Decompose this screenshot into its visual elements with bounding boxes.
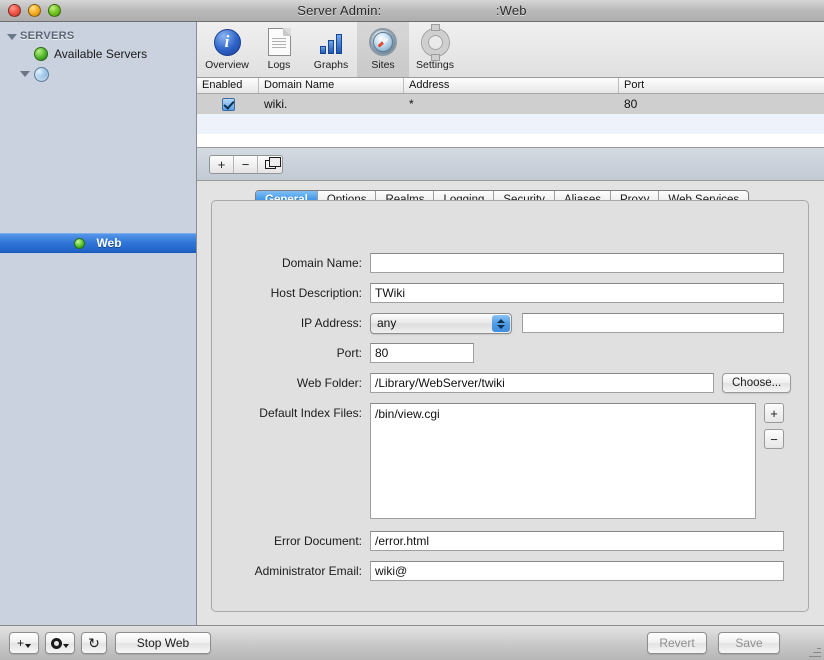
field-web-folder: Web Folder: /Library/WebServer/twiki Cho…: [212, 373, 792, 393]
remove-site-button[interactable]: −: [234, 155, 258, 173]
sites-toolbar: + −: [197, 148, 824, 181]
column-header-port[interactable]: Port: [619, 78, 824, 93]
gear-icon: [51, 637, 62, 649]
action-menu-button[interactable]: [45, 632, 75, 654]
field-label: Host Description:: [270, 286, 362, 300]
add-site-button[interactable]: +: [210, 155, 234, 173]
chevron-up-down-icon[interactable]: [492, 315, 510, 332]
table-header-row: Enabled Domain Name Address Port: [197, 78, 824, 94]
add-service-label: +: [16, 636, 24, 650]
toolbar-item-overview[interactable]: i Overview: [201, 22, 253, 77]
chevron-down-icon: [25, 643, 31, 648]
web-folder-input[interactable]: /Library/WebServer/twiki: [370, 373, 714, 393]
site-detail-pane: General Options Realms Logging Security …: [197, 181, 824, 625]
field-port: Port: 80: [212, 343, 474, 363]
row-port: 80: [624, 97, 638, 111]
index-files-buttons: + −: [764, 403, 784, 449]
field-label: Domain Name:: [281, 256, 362, 270]
server-admin-window: Server Admin: :Web SERVERS Available Ser…: [0, 0, 824, 660]
row-address: *: [409, 97, 414, 111]
disclosure-triangle-icon[interactable]: [7, 34, 17, 40]
sidebar-item-available-servers[interactable]: Available Servers: [0, 44, 196, 64]
save-button[interactable]: Save: [718, 632, 780, 654]
sites-segmented-control[interactable]: + −: [209, 154, 283, 174]
refresh-button[interactable]: ↻: [81, 632, 107, 654]
sidebar-item-web[interactable]: Web: [0, 233, 196, 253]
sidebar-item-label: Web: [96, 236, 122, 250]
disclosure-triangle-icon[interactable]: [20, 71, 30, 77]
field-label: IP Address:: [300, 316, 362, 330]
field-administrator-email: Administrator Email: wiki@: [212, 561, 784, 581]
main-toolbar: i Overview Logs Graphs Sites Settings: [197, 22, 824, 78]
field-error-document: Error Document: /error.html: [212, 531, 784, 551]
host-description-input[interactable]: TWiki: [370, 283, 784, 303]
revert-button[interactable]: Revert: [647, 632, 707, 654]
compass-icon: [369, 26, 397, 58]
duplicate-site-button[interactable]: [258, 156, 282, 173]
row-domain-name: wiki.: [264, 97, 288, 111]
administrator-email-input[interactable]: wiki@: [370, 561, 784, 581]
domain-name-input[interactable]: [370, 253, 784, 273]
ip-address-input[interactable]: [522, 313, 784, 333]
chevron-down-icon: [63, 643, 69, 648]
document-icon: [267, 26, 291, 58]
field-label: Port:: [336, 346, 362, 360]
gear-icon: [421, 24, 449, 60]
toolbar-item-label: Settings: [416, 59, 454, 71]
field-label: Administrator Email:: [254, 564, 362, 578]
toolbar-item-sites[interactable]: Sites: [357, 22, 409, 77]
choose-folder-button[interactable]: Choose...: [722, 373, 792, 393]
toolbar-item-label: Graphs: [313, 59, 349, 71]
sidebar-group-servers[interactable]: SERVERS: [0, 28, 196, 44]
column-header-domain-name[interactable]: Domain Name: [259, 78, 404, 93]
toolbar-item-graphs[interactable]: Graphs: [305, 22, 357, 77]
info-icon: i: [213, 26, 241, 58]
add-service-button[interactable]: +: [9, 632, 39, 654]
refresh-icon: ↻: [88, 634, 100, 651]
field-label: Error Document:: [273, 534, 362, 548]
ip-address-popup-button[interactable]: any: [370, 313, 512, 334]
remove-index-file-button[interactable]: −: [764, 429, 784, 449]
field-label: Web Folder:: [296, 376, 362, 390]
title-bar: Server Admin: :Web: [0, 0, 824, 22]
sidebar-item-server-host[interactable]: [0, 64, 196, 84]
blue-globe-icon: [34, 66, 49, 82]
sites-table: Enabled Domain Name Address Port wiki. *…: [197, 78, 824, 148]
toolbar-item-label: Sites: [371, 59, 395, 71]
service-toggle-button[interactable]: Stop Web: [115, 632, 211, 654]
table-row[interactable]: wiki. * 80: [197, 94, 824, 114]
field-domain-name: Domain Name:: [212, 253, 784, 273]
sidebar-group-label: SERVERS: [20, 30, 75, 42]
error-document-input[interactable]: /error.html: [370, 531, 784, 551]
field-host-description: Host Description: TWiki: [212, 283, 784, 303]
field-label: Default Index Files:: [259, 406, 362, 420]
column-header-enabled[interactable]: Enabled: [197, 78, 259, 93]
checkbox-checked-icon: [221, 97, 235, 111]
sidebar-item-label: Available Servers: [54, 47, 148, 61]
green-globe-icon: [34, 47, 48, 61]
bottom-toolbar: + ↻ Stop Web Revert Save: [0, 625, 824, 660]
ip-address-selected-value: any: [377, 316, 397, 330]
column-header-address[interactable]: Address: [404, 78, 619, 93]
bar-chart-icon: [320, 26, 342, 58]
toolbar-item-logs[interactable]: Logs: [253, 22, 305, 77]
field-default-index-files: Default Index Files: /bin/view.cgi + −: [212, 403, 784, 519]
servers-sidebar: SERVERS Available Servers Web: [0, 22, 197, 625]
resize-grip-icon[interactable]: [809, 645, 821, 657]
general-tab-panel: Domain Name: Host Description: TWiki IP …: [211, 200, 809, 612]
green-status-dot-icon: [74, 237, 86, 249]
add-index-file-button[interactable]: +: [764, 403, 784, 423]
duplicate-icon: [264, 156, 281, 169]
port-input[interactable]: 80: [370, 343, 474, 363]
row-enabled-checkbox[interactable]: [197, 94, 259, 114]
window-title: Server Admin: :Web: [297, 3, 527, 18]
toolbar-item-settings[interactable]: Settings: [409, 22, 461, 77]
field-ip-address: IP Address: any: [212, 313, 784, 334]
toolbar-item-label: Overview: [205, 59, 249, 71]
toolbar-item-label: Logs: [267, 59, 291, 71]
table-row-empty[interactable]: [197, 114, 824, 134]
default-index-files-list[interactable]: /bin/view.cgi: [370, 403, 756, 519]
